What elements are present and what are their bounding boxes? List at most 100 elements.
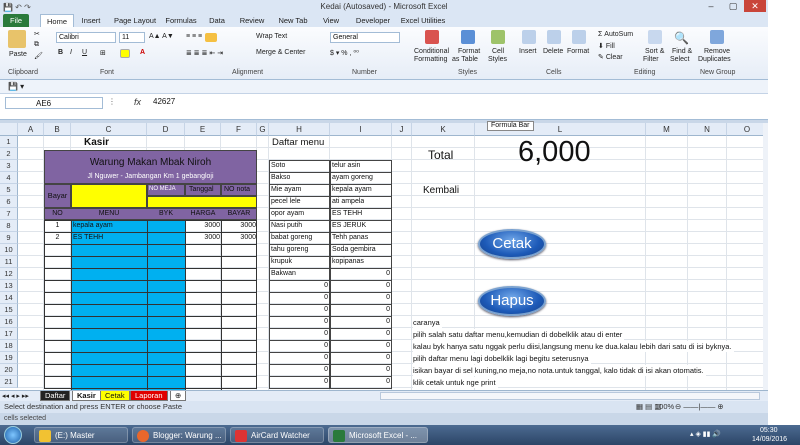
underline-icon[interactable]: U [82,49,87,56]
cell-styles-label-2[interactable]: Styles [488,56,507,63]
menu-item[interactable]: Bakwan [271,268,296,279]
formula-input[interactable]: 42627 [153,97,175,106]
row-header[interactable]: 18 [0,340,18,352]
tab-data[interactable]: Data [204,14,230,27]
find-select-label-2[interactable]: Select [670,56,689,63]
meja-nota-input-cells[interactable] [147,196,257,208]
paste-button[interactable]: Paste [9,51,27,58]
number-format-select[interactable]: General [330,32,400,43]
fill-color-icon[interactable] [120,49,130,58]
format-cells-button[interactable]: Format [567,48,589,55]
cell-styles-label[interactable]: Cell [492,48,504,55]
hapus-button[interactable]: Hapus [478,286,546,316]
taskbar-excel[interactable]: Microsoft Excel - ... [328,427,428,443]
align-top-icon[interactable]: ≡ ≡ ≡ [186,33,202,40]
remove-duplicates-icon[interactable] [710,30,724,44]
menu-item[interactable]: Mie ayam [271,184,301,195]
new-sheet-icon[interactable]: ⊕ [170,391,187,401]
menu-item[interactable]: ati ampela [332,196,364,207]
conditional-formatting-icon[interactable] [425,30,439,44]
item-menu[interactable]: kepala ayam [73,220,113,231]
menu-item[interactable]: ES JERUK [332,220,366,231]
remove-duplicates-label-2[interactable]: Duplicates [698,56,731,63]
format-as-table-icon[interactable] [461,30,475,44]
font-color-icon[interactable]: A [140,49,145,56]
horizontal-scrollbar[interactable] [380,392,760,400]
orientation-icon[interactable] [205,33,217,42]
menu-item[interactable]: tahu goreng [271,244,308,255]
tab-review[interactable]: Review [236,14,268,27]
row-header[interactable]: 6 [0,196,18,208]
menu-item[interactable]: telur asin [332,160,360,171]
maximize-button[interactable]: ▢ [722,0,744,12]
sheet-tab-daftar[interactable]: Daftar [40,391,71,401]
tab-page-layout[interactable]: Page Layout [110,14,160,27]
clock-time[interactable]: 05:30 [760,426,778,435]
italic-icon[interactable]: I [70,49,72,56]
row-header[interactable]: 11 [0,256,18,268]
row-header[interactable]: 3 [0,160,18,172]
tab-insert[interactable]: Insert [76,14,106,27]
vertical-scrollbar[interactable] [763,123,768,390]
menu-item[interactable]: Soda gembira [332,244,376,255]
minimize-button[interactable]: – [700,0,722,12]
column-header[interactable]: N [688,123,727,136]
row-header[interactable]: 17 [0,328,18,340]
menu-item[interactable]: pecel lele [271,196,301,207]
row-header[interactable]: 15 [0,304,18,316]
row-header[interactable]: 16 [0,316,18,328]
row-header[interactable]: 2 [0,148,18,160]
autosum-button[interactable]: Σ AutoSum [598,31,633,38]
column-header[interactable]: I [330,123,392,136]
close-button[interactable]: ✕ [744,0,766,12]
conditional-formatting-label-2[interactable]: Formatting [414,56,447,63]
menu-item[interactable]: Tehh panas [332,232,368,243]
row-header[interactable]: 20 [0,364,18,376]
insert-cells-button[interactable]: Insert [519,48,537,55]
paste-icon[interactable] [8,30,26,48]
sheet-tab-cetak[interactable]: Cetak [100,391,130,401]
sheet-tab-kasir[interactable]: Kasir [72,391,101,401]
row-header[interactable]: 9 [0,232,18,244]
grow-font-icon[interactable]: A▲ A▼ [149,33,174,40]
column-header[interactable]: M [646,123,688,136]
tab-formulas[interactable]: Formulas [163,14,199,27]
column-header[interactable]: G [257,123,269,136]
format-as-table-label[interactable]: Format [458,48,480,55]
column-header[interactable]: J [392,123,412,136]
tab-new-tab[interactable]: New Tab [273,14,313,27]
tray-icons[interactable]: ▴ ◈ ▮▮ 🔊 [690,430,721,438]
name-box[interactable]: AE6 [5,97,103,109]
menu-item[interactable]: Nasi putih [271,220,302,231]
fill-button[interactable]: ⬇ Fill [598,42,615,50]
row-header[interactable]: 12 [0,268,18,280]
find-select-icon[interactable]: 🔍 [674,31,689,45]
sort-filter-icon[interactable] [648,30,662,44]
bayar-input-cell[interactable] [71,184,147,208]
row-header[interactable]: 14 [0,292,18,304]
insert-cells-icon[interactable] [522,30,536,44]
row-header[interactable]: 19 [0,352,18,364]
select-all-corner[interactable] [0,123,18,136]
row-header[interactable]: 7 [0,208,18,220]
bold-icon[interactable]: B [58,49,63,56]
tab-view[interactable]: View [318,14,344,27]
column-header[interactable]: E [185,123,221,136]
menu-item[interactable]: kopipanas [332,256,364,267]
font-name-select[interactable]: Calibri [56,32,116,43]
currency-icon[interactable]: $ ▾ % , ⁰⁰ [330,49,359,57]
row-header[interactable]: 4 [0,172,18,184]
save-icon[interactable]: 💾 ▾ [8,82,24,91]
column-header[interactable]: K [412,123,475,136]
tab-developer[interactable]: Developer [350,14,396,27]
row-header[interactable]: 5 [0,184,18,196]
taskbar-firefox[interactable]: Blogger: Warung ... [132,427,226,443]
tab-home[interactable]: Home [40,14,74,27]
sheet-tab-laporan[interactable]: Laporan [130,391,168,401]
start-button-icon[interactable] [4,426,22,444]
worksheet-grid[interactable]: A B C D E F G H I J K L M N O 1 2 3 4 5 6 7 8 9 10 11 12 13 14 15 16 17… [0,123,768,390]
insert-function-button[interactable]: fx [134,97,141,107]
find-select-label[interactable]: Find & [672,48,692,55]
sort-filter-label-2[interactable]: Filter [643,56,659,63]
menu-item[interactable]: 0 [330,268,390,279]
